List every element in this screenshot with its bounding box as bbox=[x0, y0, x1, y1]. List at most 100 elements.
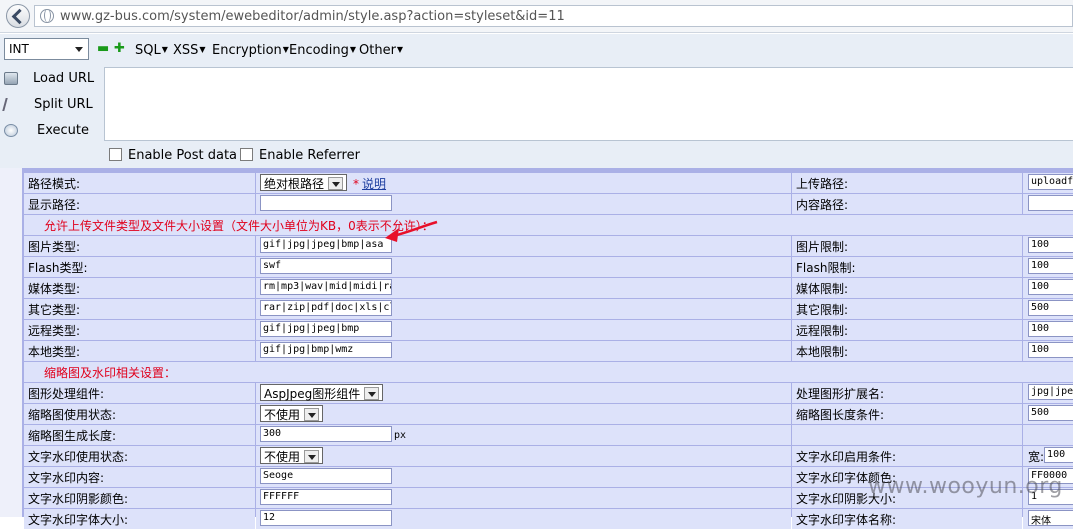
right-field-input[interactable]: 500 bbox=[1028, 300, 1073, 316]
load-url-label: Load URL bbox=[33, 71, 95, 86]
right-field-input[interactable]: 100 bbox=[1028, 258, 1073, 274]
scissors-icon bbox=[2, 98, 20, 111]
field-label: 图片类型: bbox=[24, 236, 255, 256]
right-field-value-cell: jpg|jpe bbox=[1023, 383, 1073, 403]
field-value-cell: 300 px bbox=[256, 425, 791, 445]
right-field-value-cell: 500 bbox=[1023, 404, 1073, 424]
minus-icon[interactable]: ▬ bbox=[97, 42, 109, 55]
right-field-value-cell bbox=[1023, 194, 1073, 214]
url-field[interactable]: www.gz-bus.com/system/ewebeditor/admin/s… bbox=[34, 5, 1073, 27]
right-field-input[interactable]: uploadf bbox=[1028, 174, 1073, 190]
right-field-value-cell: 500 bbox=[1023, 299, 1073, 319]
back-button[interactable] bbox=[6, 4, 30, 28]
field-input[interactable]: 12 bbox=[260, 510, 392, 526]
field-value-cell: rar|zip|pdf|doc|xls|cl bbox=[256, 299, 791, 319]
chevron-down-icon[interactable] bbox=[364, 387, 380, 400]
execute-label: Execute bbox=[37, 123, 89, 138]
field-select[interactable]: AspJpeg图形组件 bbox=[260, 384, 384, 401]
field-input[interactable]: rar|zip|pdf|doc|xls|cl bbox=[260, 300, 392, 316]
field-select-value: 不使用 bbox=[264, 408, 301, 422]
chevron-down-icon[interactable] bbox=[304, 450, 320, 463]
load-icon bbox=[4, 72, 18, 85]
field-input[interactable]: rm|mp3|wav|mid|midi|ra bbox=[260, 279, 392, 295]
right-field-input[interactable]: 100 bbox=[1028, 279, 1073, 295]
right-field-value-cell: 100 bbox=[1023, 341, 1073, 361]
right-field-input[interactable]: 100 bbox=[1044, 447, 1073, 463]
help-link[interactable]: 说明 bbox=[362, 177, 386, 191]
right-field-value-cell: 宽: 100 bbox=[1023, 446, 1073, 466]
menu-xss[interactable]: XSS▼ bbox=[173, 43, 206, 58]
red-arrow-annotation bbox=[385, 220, 438, 242]
right-field-label: 其它限制: bbox=[792, 299, 1022, 319]
right-field-value-cell: 100 bbox=[1023, 278, 1073, 298]
field-value-cell: FFFFFF bbox=[256, 488, 791, 508]
menu-sql[interactable]: SQL▼ bbox=[135, 43, 168, 58]
right-field-label bbox=[792, 425, 1022, 445]
field-input[interactable]: gif|jpg|jpeg|bmp|asa bbox=[260, 237, 392, 253]
menu-encoding[interactable]: Encoding▼ bbox=[289, 43, 356, 58]
split-url-button[interactable]: Split URL bbox=[0, 93, 104, 117]
field-value-cell: 12 bbox=[256, 509, 791, 529]
field-label: 文字水印使用状态: bbox=[24, 446, 255, 466]
right-field-input[interactable]: 宋体 bbox=[1028, 510, 1073, 526]
right-field-label: 上传路径: bbox=[792, 173, 1022, 193]
field-input[interactable]: gif|jpg|jpeg|bmp bbox=[260, 321, 392, 337]
table-row: 缩略图使用状态: 不使用 缩略图长度条件: 500 bbox=[24, 404, 1073, 424]
right-field-input[interactable]: 500 bbox=[1028, 405, 1073, 421]
right-field-value-cell bbox=[1023, 425, 1073, 445]
type-select-value: INT bbox=[9, 42, 29, 56]
menu-encryption[interactable]: Encryption▼ bbox=[212, 43, 289, 58]
field-select[interactable]: 绝对根路径 bbox=[260, 174, 348, 191]
enable-post-checkbox[interactable]: Enable Post data bbox=[109, 148, 237, 163]
right-field-input[interactable]: 100 bbox=[1028, 321, 1073, 337]
right-field-value-cell: uploadf bbox=[1023, 173, 1073, 193]
right-field-label: 远程限制: bbox=[792, 320, 1022, 340]
table-row: 文字水印字体大小: 12 文字水印字体名称: 宋体 bbox=[24, 509, 1073, 529]
split-url-label: Split URL bbox=[34, 97, 93, 112]
field-label: 其它类型: bbox=[24, 299, 255, 319]
field-select[interactable]: 不使用 bbox=[260, 447, 324, 464]
chevron-down-icon bbox=[75, 47, 83, 52]
table-row: 本地类型: gif|jpg|bmp|wmz 本地限制: 100 bbox=[24, 341, 1073, 361]
field-label: 缩略图使用状态: bbox=[24, 404, 255, 424]
chevron-down-icon[interactable] bbox=[328, 177, 344, 190]
field-input[interactable] bbox=[260, 195, 392, 211]
field-input[interactable]: FFFFFF bbox=[260, 489, 392, 505]
field-value-cell: swf bbox=[256, 257, 791, 277]
field-label: Flash类型: bbox=[24, 257, 255, 277]
table-row: 图形处理组件: AspJpeg图形组件 处理图形扩展名: jpg|jpe bbox=[24, 383, 1073, 403]
url-textarea[interactable] bbox=[104, 67, 1073, 141]
right-field-input[interactable] bbox=[1028, 195, 1073, 211]
field-input[interactable]: swf bbox=[260, 258, 392, 274]
right-field-value-cell: 100 bbox=[1023, 257, 1073, 277]
field-value-cell: 不使用 bbox=[256, 446, 791, 466]
section-heading: 缩略图及水印相关设置： bbox=[24, 362, 1073, 382]
field-label: 文字水印字体大小: bbox=[24, 509, 255, 529]
right-field-input[interactable]: 100 bbox=[1028, 342, 1073, 358]
execute-icon bbox=[4, 124, 18, 137]
right-field-input[interactable]: 100 bbox=[1028, 237, 1073, 253]
url-text[interactable]: www.gz-bus.com/system/ewebeditor/admin/s… bbox=[60, 9, 565, 24]
load-url-button[interactable]: Load URL bbox=[0, 67, 104, 91]
table-row: 远程类型: gif|jpg|jpeg|bmp 远程限制: 100 bbox=[24, 320, 1073, 340]
menu-other[interactable]: Other▼ bbox=[359, 43, 403, 58]
type-select[interactable]: INT bbox=[4, 38, 89, 60]
field-value-cell: AspJpeg图形组件 bbox=[256, 383, 791, 403]
field-select[interactable]: 不使用 bbox=[260, 405, 324, 422]
plus-icon[interactable]: ✚ bbox=[114, 42, 125, 55]
chevron-down-icon[interactable] bbox=[304, 408, 320, 421]
field-input[interactable]: 300 bbox=[260, 426, 392, 442]
address-bar: www.gz-bus.com/system/ewebeditor/admin/s… bbox=[0, 0, 1073, 33]
field-value-cell: rm|mp3|wav|mid|midi|ra bbox=[256, 278, 791, 298]
table-row: 图片类型: gif|jpg|jpeg|bmp|asa 图片限制: 100 bbox=[24, 236, 1073, 256]
field-value-cell bbox=[256, 194, 791, 214]
field-value-cell: gif|jpg|bmp|wmz bbox=[256, 341, 791, 361]
required-star: * bbox=[353, 177, 360, 191]
right-field-input[interactable]: jpg|jpe bbox=[1028, 384, 1073, 400]
field-input[interactable]: gif|jpg|bmp|wmz bbox=[260, 342, 392, 358]
field-input[interactable]: Seoge bbox=[260, 468, 392, 484]
watermark: www.wooyun.org bbox=[868, 474, 1063, 499]
execute-button[interactable]: Execute bbox=[0, 119, 104, 143]
right-field-value-cell: 100 bbox=[1023, 236, 1073, 256]
enable-referrer-checkbox[interactable]: Enable Referrer bbox=[240, 148, 360, 163]
